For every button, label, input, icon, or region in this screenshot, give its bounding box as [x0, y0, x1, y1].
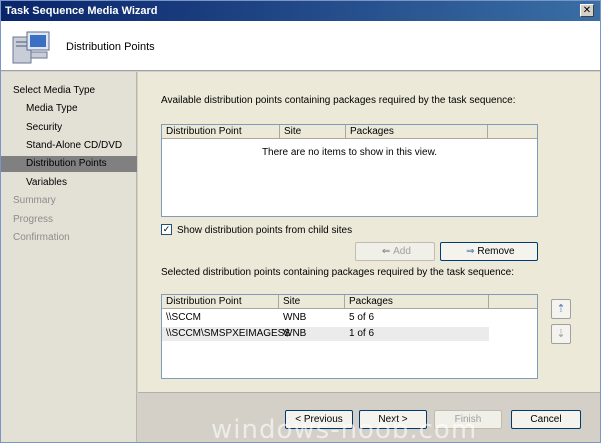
move-up-button[interactable]: ⇡: [551, 299, 571, 319]
add-icon: ⇐: [381, 246, 391, 257]
nav-item-distribution-points[interactable]: Distribution Points: [1, 156, 137, 172]
remove-button[interactable]: ⇒ Remove: [440, 242, 538, 261]
site-cell: WNB: [283, 312, 307, 323]
available-dp-label: Available distribution points containing…: [161, 95, 516, 106]
move-down-button[interactable]: ⇣: [551, 324, 571, 344]
nav-item-stand-alone-cd-dvd[interactable]: Stand-Alone CD/DVD: [1, 138, 137, 154]
window-title: Task Sequence Media Wizard: [5, 5, 158, 17]
show-child-sites-checkbox[interactable]: ✓: [161, 224, 172, 235]
selected-dp-list[interactable]: Distribution Point Site Packages \\SCCM …: [161, 294, 538, 379]
computer-icon: [12, 31, 50, 64]
nav-item-progress: Progress: [13, 214, 54, 225]
show-child-sites-label[interactable]: Show distribution points from child site…: [177, 225, 352, 236]
column-header-packages[interactable]: Packages: [346, 125, 488, 139]
available-dp-list[interactable]: Distribution Point Site Packages There a…: [161, 124, 538, 217]
site-cell: WNB: [283, 328, 307, 339]
nav-item-media-type[interactable]: Media Type: [1, 101, 137, 117]
wizard-window: Task Sequence Media Wizard ✕ Distributio…: [0, 0, 601, 443]
column-header-packages[interactable]: Packages: [345, 295, 489, 309]
nav-item-security[interactable]: Security: [1, 120, 137, 136]
column-header-distribution-point[interactable]: Distribution Point: [162, 295, 279, 309]
move-up-icon: ⇡: [556, 303, 566, 315]
packages-cell: 1 of 6: [349, 328, 375, 339]
nav-item-select-media-type[interactable]: Select Media Type: [1, 83, 137, 99]
watermark: windows-noob.com: [211, 415, 478, 443]
wizard-content: Available distribution points containing…: [138, 72, 600, 392]
add-button[interactable]: ⇐ Add: [355, 242, 435, 261]
column-header-distribution-point[interactable]: Distribution Point: [162, 125, 280, 139]
nav-item-confirmation: Confirmation: [13, 232, 70, 243]
wizard-nav: Select Media Type Media Type Security St…: [1, 72, 137, 442]
list-header: Distribution Point Site Packages: [162, 295, 537, 309]
table-row[interactable]: \\SCCM\SMSPXEIMAGES$ WNB 1 of 6: [162, 327, 489, 341]
dp-cell: \\SCCM: [166, 312, 201, 323]
column-header-site[interactable]: Site: [279, 295, 345, 309]
move-down-icon: ⇣: [556, 328, 566, 340]
wizard-header: Distribution Points: [1, 21, 600, 71]
page-title: Distribution Points: [66, 41, 155, 53]
dp-cell: \\SCCM\SMSPXEIMAGES$: [166, 328, 290, 339]
nav-item-summary: Summary: [13, 195, 56, 206]
selected-dp-label: Selected distribution points containing …: [161, 267, 515, 278]
cancel-button[interactable]: Cancel: [511, 410, 581, 429]
packages-cell: 5 of 6: [349, 312, 375, 323]
empty-list-message: There are no items to show in this view.: [261, 147, 438, 158]
close-icon[interactable]: ✕: [580, 4, 594, 17]
column-header-site[interactable]: Site: [280, 125, 346, 139]
table-row[interactable]: \\SCCM WNB 5 of 6: [162, 311, 489, 325]
list-header: Distribution Point Site Packages: [162, 125, 537, 139]
nav-item-variables[interactable]: Variables: [1, 175, 137, 191]
title-bar: Task Sequence Media Wizard ✕: [1, 1, 600, 21]
remove-icon: ⇒: [466, 246, 475, 257]
